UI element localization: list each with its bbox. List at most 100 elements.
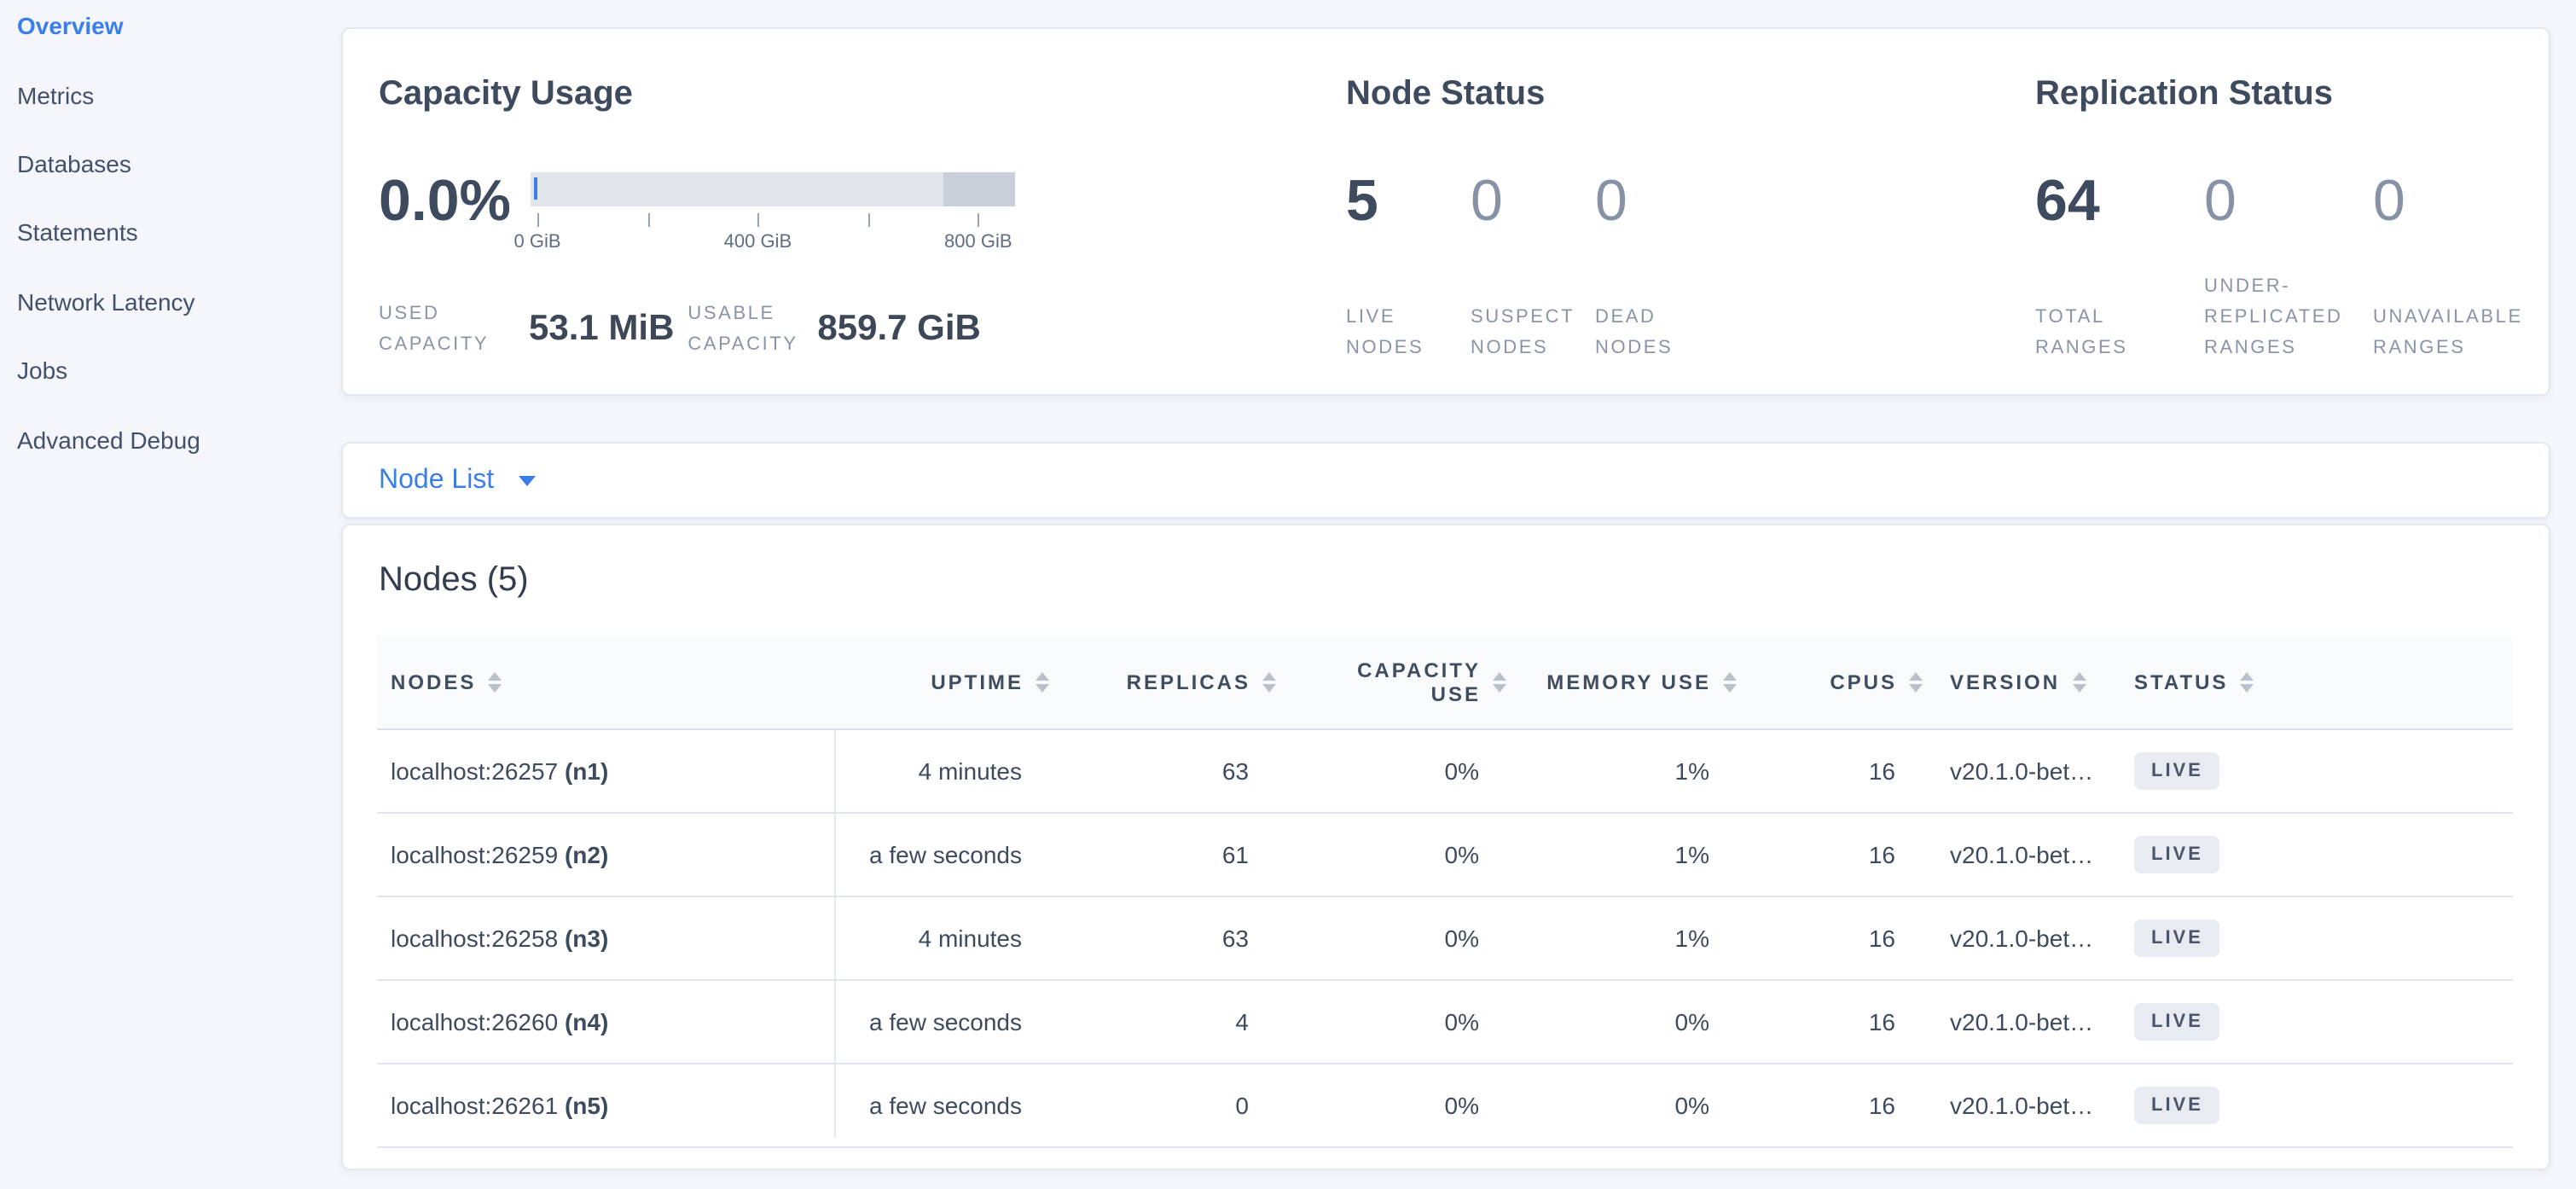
axis-tick [757,213,759,227]
overview-page: Overview Metrics Databases Statements Ne… [0,0,2576,1189]
column-header-nodes[interactable]: NODES [377,636,834,729]
node-cpus: 16 [1709,980,1895,1064]
column-header-replicas[interactable]: REPLICAS [1022,636,1249,729]
sort-icon[interactable] [488,672,502,693]
sidebar-item-label: Metrics [17,81,94,108]
axis-tick [537,213,539,227]
used-capacity-label: USED CAPACITY [379,299,488,360]
cluster-summary-card: Capacity Usage 0.0% 0 GiB 400 GiB 800 Gi… [341,27,2550,396]
sidebar-item-metrics[interactable]: Metrics [0,61,341,130]
dead-nodes-label: DEAD NODES [1595,302,1720,363]
node-cpus: 16 [1709,729,1895,813]
sidebar: Overview Metrics Databases Statements Ne… [0,0,341,1189]
node-version: v20.1.0-bet… [1895,980,2134,1064]
node-capacity-use: 0% [1249,1064,1479,1147]
node-list-dropdown[interactable]: Node List [379,465,494,496]
node-memory-use: 0% [1479,1064,1709,1147]
live-nodes-stat: 5 LIVE NODES [1346,165,1471,363]
chevron-down-icon[interactable] [518,475,535,485]
suspect-nodes-label: SUSPECT NODES [1471,302,1595,363]
node-replicas: 0 [1022,1064,1249,1147]
column-header-cpus[interactable]: CPUS [1709,636,1895,729]
node-memory-use: 1% [1479,813,1709,896]
table-row[interactable]: localhost:26259 (n2) a few seconds 61 0%… [377,813,2513,896]
sort-icon[interactable] [1909,672,1923,693]
usable-capacity-label: USABLE CAPACITY [688,299,797,360]
dead-nodes-value: 0 [1595,165,1720,237]
sidebar-item-label: Network Latency [17,288,195,316]
sidebar-item-statements[interactable]: Statements [0,198,341,267]
capacity-stats: USED CAPACITY 53.1 MiB USABLE CAPACITY 8… [379,299,981,360]
node-address: localhost:26259 [391,841,558,868]
capacity-used-marker [534,177,537,200]
node-capacity-use: 0% [1249,813,1479,896]
node-capacity-use: 0% [1249,729,1479,813]
node-uptime: 4 minutes [834,896,1022,980]
status-badge: LIVE [2134,1003,2220,1041]
node-uptime: a few seconds [834,1064,1022,1147]
node-replicas: 4 [1022,980,1249,1064]
node-replicas: 63 [1022,896,1249,980]
column-header-uptime[interactable]: UPTIME [834,636,1022,729]
table-header-row: NODES UPTIME REPLICAS CAPACITY USE MEMOR… [377,636,2513,729]
node-version: v20.1.0-bet… [1895,813,2134,896]
column-header-status[interactable]: STATUS [2134,636,2513,729]
sidebar-nav: Overview Metrics Databases Statements Ne… [0,0,341,473]
live-nodes-label: LIVE NODES [1346,302,1471,363]
view-selector-card: Node List [341,442,2550,519]
column-header-version[interactable]: VERSION [1895,636,2134,729]
node-address: localhost:26260 [391,1008,558,1035]
node-uptime: 4 minutes [834,729,1022,813]
axis-tick [647,213,649,227]
table-row[interactable]: localhost:26261 (n5) a few seconds 0 0% … [377,1064,2513,1147]
axis-tick-label: 0 GiB [513,232,560,252]
replication-status-title: Replication Status [2035,75,2333,114]
sidebar-item-label: Overview [17,12,124,39]
node-replicas: 61 [1022,813,1249,896]
sidebar-item-label: Statements [17,219,138,246]
nodes-table-card: Nodes (5) NODES UPTIME REPLICAS CAPACITY… [341,524,2550,1170]
sidebar-item-network-latency[interactable]: Network Latency [0,267,341,336]
status-badge: LIVE [2134,752,2220,790]
total-ranges-stat: 64 TOTAL RANGES [2035,165,2204,363]
sort-icon[interactable] [1262,672,1276,693]
column-header-capacity-use[interactable]: CAPACITY USE [1249,636,1479,729]
node-uptime: a few seconds [834,980,1022,1064]
node-version: v20.1.0-bet… [1895,1064,2134,1147]
used-capacity-value: 53.1 MiB [529,309,674,350]
under-replicated-ranges-stat: 0 UNDER- REPLICATED RANGES [2204,165,2373,363]
table-row[interactable]: localhost:26257 (n1) 4 minutes 63 0% 1% … [377,729,2513,813]
table-row[interactable]: localhost:26258 (n3) 4 minutes 63 0% 1% … [377,896,2513,980]
column-header-memory-use[interactable]: MEMORY USE [1479,636,1709,729]
sidebar-item-label: Advanced Debug [17,426,200,453]
capacity-gauge-axis [537,213,998,227]
sidebar-item-advanced-debug[interactable]: Advanced Debug [0,405,341,474]
sidebar-item-databases[interactable]: Databases [0,130,341,199]
total-ranges-label: TOTAL RANGES [2035,302,2204,363]
sort-icon[interactable] [2240,672,2254,693]
sort-icon[interactable] [1036,672,1049,693]
live-nodes-value: 5 [1346,165,1471,237]
unavailable-ranges-stat: 0 UNAVAILABLE RANGES [2373,165,2542,363]
sort-icon[interactable] [1493,672,1506,693]
node-status-title: Node Status [1346,75,1545,114]
capacity-used-percent: 0.0% [379,165,511,237]
sort-icon[interactable] [1723,672,1737,693]
node-capacity-use: 0% [1249,980,1479,1064]
sidebar-item-jobs[interactable]: Jobs [0,336,341,405]
node-cpus: 16 [1709,896,1895,980]
node-capacity-use: 0% [1249,896,1479,980]
capacity-gauge-dark-segment [943,172,1015,206]
capacity-gauge-axis-labels: 0 GiB 400 GiB 800 GiB [537,232,998,256]
status-badge: LIVE [2134,836,2220,873]
sort-icon[interactable] [2072,672,2086,693]
table-row[interactable]: localhost:26260 (n4) a few seconds 4 0% … [377,980,2513,1064]
status-badge: LIVE [2134,1087,2220,1124]
node-memory-use: 1% [1479,729,1709,813]
under-replicated-ranges-label: UNDER- REPLICATED RANGES [2204,271,2373,363]
capacity-usage-title: Capacity Usage [379,75,633,114]
suspect-nodes-value: 0 [1471,165,1595,237]
replication-status-stats: 64 TOTAL RANGES 0 UNDER- REPLICATED RANG… [2035,165,2542,363]
sidebar-item-overview[interactable]: Overview [0,0,341,61]
node-id: (n4) [565,1008,608,1035]
